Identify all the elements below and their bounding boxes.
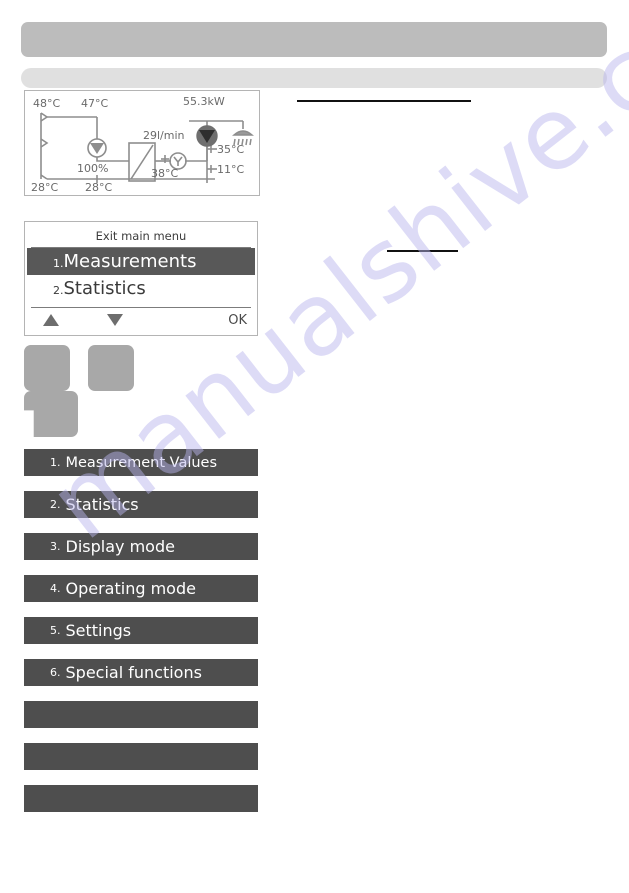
pump-primary-icon (87, 138, 107, 158)
menu-item-number: 1. (50, 456, 61, 469)
controller-key-row: esc (24, 345, 264, 437)
menu-item-blank-2[interactable] (24, 743, 258, 770)
soft-key-middle[interactable] (88, 345, 134, 391)
svg-text:38°C: 38°C (151, 167, 178, 180)
svg-text:11°C: 11°C (217, 163, 244, 176)
page-title-bar (21, 22, 607, 57)
menu-item-label: Special functions (65, 663, 202, 682)
menu-item-label: Settings (65, 621, 132, 640)
menu-item-number: 3. (50, 540, 61, 553)
right-column-rule-top (297, 100, 471, 102)
lcd-menu-item-measurements[interactable]: 1.Measurements (27, 248, 255, 275)
menu-item-number: 4. (50, 582, 61, 595)
svg-text:28°C: 28°C (85, 181, 112, 193)
menu-item-settings[interactable]: 5. Settings (24, 617, 258, 644)
svg-text:55.3kW: 55.3kW (183, 95, 225, 108)
lcd-menu-display: Exit main menu 1.Measurements 2.Statisti… (24, 221, 258, 336)
lcd-menu-item-label: Measurements (63, 251, 197, 272)
menu-item-number: 5. (50, 624, 61, 637)
menu-item-label: Measurement Values (65, 454, 218, 471)
lcd-menu-navigation-bar: OK (31, 307, 251, 332)
lcd-menu-item-statistics[interactable]: 2.Statistics (25, 275, 257, 302)
menu-key[interactable] (24, 391, 78, 437)
menu-item-number: 6. (50, 666, 61, 679)
svg-text:47°C: 47°C (81, 97, 108, 110)
svg-text:28°C: 28°C (31, 181, 58, 193)
lcd-menu-item-index: 1. (53, 257, 64, 270)
svg-text:100%: 100% (77, 162, 108, 175)
svg-text:48°C: 48°C (33, 97, 60, 110)
scroll-up-icon[interactable] (43, 314, 59, 326)
menu-item-blank-1[interactable] (24, 701, 258, 728)
lcd-hydraulic-schematic: 48°C 47°C 55.3kW 29l/min 100% 38°C 35°C … (24, 90, 260, 196)
ok-button[interactable]: OK (228, 313, 247, 328)
menu-item-label: Statistics (65, 495, 139, 514)
right-column-rule-middle (387, 250, 458, 252)
menu-item-number: 2. (50, 498, 61, 511)
menu-item-label: Operating mode (65, 579, 196, 598)
menu-item-special-functions[interactable]: 6. Special functions (24, 659, 258, 686)
pump-secondary-icon (196, 125, 218, 147)
soft-key-left[interactable] (24, 345, 70, 391)
menu-item-operating-mode[interactable]: 4. Operating mode (24, 575, 258, 602)
scroll-down-icon[interactable] (107, 314, 123, 326)
main-menu-list: 1. Measurement Values 2. Statistics 3. D… (24, 449, 258, 827)
lcd-menu-title: Exit main menu (31, 225, 251, 248)
menu-item-measurement-values[interactable]: 1. Measurement Values (24, 449, 258, 476)
menu-item-display-mode[interactable]: 3. Display mode (24, 533, 258, 560)
menu-item-blank-3[interactable] (24, 785, 258, 812)
menu-item-statistics[interactable]: 2. Statistics (24, 491, 258, 518)
svg-text:35°C: 35°C (217, 143, 244, 156)
lcd-menu-item-index: 2. (53, 284, 64, 297)
lcd-menu-item-label: Statistics (63, 278, 146, 299)
menu-item-label: Display mode (65, 537, 175, 556)
svg-text:29l/min: 29l/min (143, 129, 185, 142)
page-subtitle-bar (21, 68, 607, 88)
